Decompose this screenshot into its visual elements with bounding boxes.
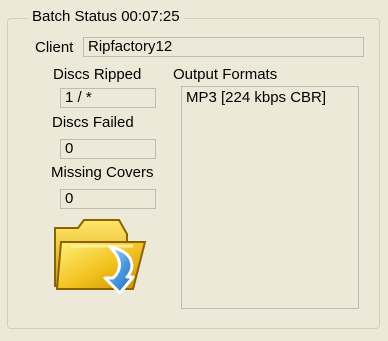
- discs-ripped-label: Discs Ripped: [53, 66, 142, 83]
- missing-covers-field: 0: [60, 189, 156, 209]
- discs-failed-label: Discs Failed: [52, 114, 134, 131]
- folder-download-icon: [53, 216, 153, 296]
- discs-ripped-field: 1 / *: [60, 88, 156, 108]
- client-label: Client: [35, 39, 74, 56]
- discs-failed-field: 0: [60, 139, 156, 159]
- client-field: Ripfactory12: [83, 37, 364, 57]
- missing-covers-label: Missing Covers: [51, 164, 154, 181]
- batch-status-panel: Batch Status 00:07:25 Client Ripfactory1…: [0, 0, 388, 341]
- batch-status-title: Batch Status 00:07:25: [28, 8, 184, 26]
- output-formats-label: Output Formats: [173, 66, 278, 83]
- output-format-item[interactable]: MP3 [224 kbps CBR]: [186, 88, 354, 108]
- output-formats-list[interactable]: MP3 [224 kbps CBR]: [181, 86, 359, 309]
